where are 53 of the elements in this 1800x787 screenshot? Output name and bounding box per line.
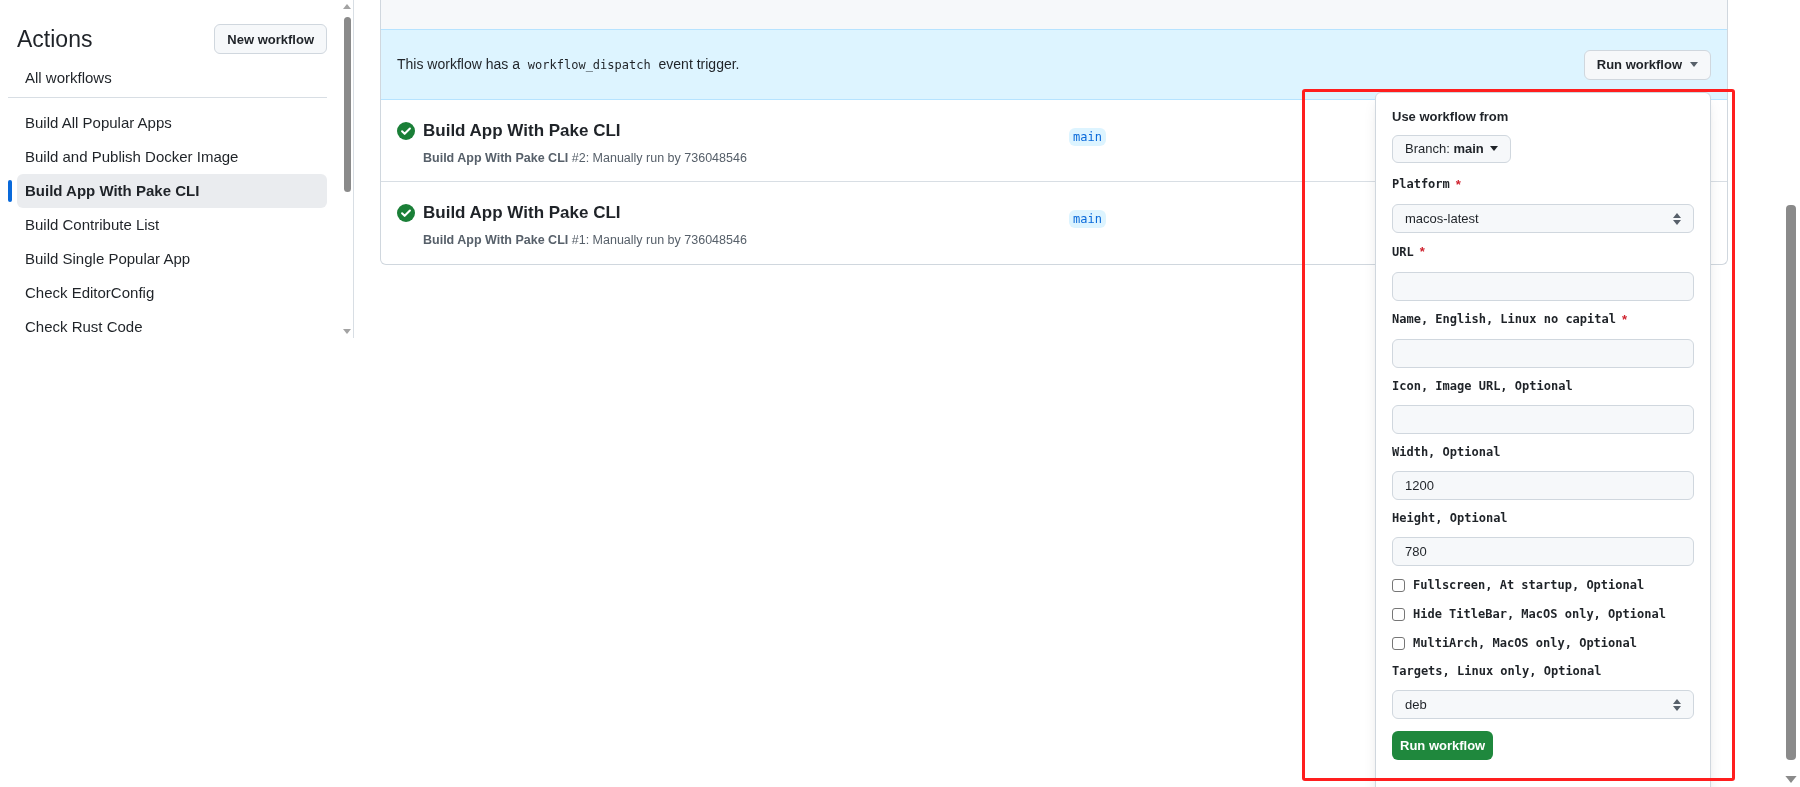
page-title: Actions — [17, 25, 93, 54]
field-label: Height, Optional — [1392, 510, 1508, 527]
run-title[interactable]: Build App With Pake CLI — [423, 200, 747, 226]
checkbox-label: MultiArch, MacOS only, Optional — [1413, 635, 1637, 652]
required-mark: * — [1621, 310, 1628, 329]
scroll-up-icon[interactable] — [343, 4, 351, 9]
required-mark: * — [1419, 243, 1425, 261]
updown-icon — [1673, 212, 1681, 225]
branch-tag[interactable]: main — [1069, 210, 1106, 228]
check-circle-icon — [397, 122, 415, 140]
run-workflow-button[interactable]: Run workflow — [1583, 49, 1711, 80]
run-detail: Build App With Pake CLI #2: Manually run by 736048546 — [423, 149, 747, 167]
sidebar-item[interactable]: Build and Publish Docker Image — [17, 140, 327, 174]
branch-button[interactable]: Branch: main — [1392, 134, 1511, 163]
sidebar-item[interactable]: Check Rust Code — [17, 310, 327, 344]
input-field[interactable]: 1200 — [1392, 471, 1694, 500]
checkbox[interactable] — [1392, 636, 1405, 650]
checkbox[interactable] — [1392, 607, 1405, 621]
field-label: Icon, Image URL, Optional — [1392, 378, 1573, 395]
checkbox-label: Hide TitleBar, MacOS only, Optional — [1413, 606, 1666, 623]
checkbox-label: Fullscreen, At startup, Optional — [1413, 577, 1645, 594]
new-workflow-button[interactable]: New workflow — [214, 24, 327, 55]
input-field[interactable]: 780 — [1392, 537, 1694, 566]
field-label: Targets, Linux only, Optional — [1392, 663, 1602, 680]
popover-heading: Use workflow from — [1392, 108, 1510, 126]
check-circle-icon — [397, 204, 415, 222]
updown-icon — [1673, 698, 1681, 711]
checkbox[interactable] — [1392, 578, 1405, 592]
banner-text: This workflow has a workflow_dispatch event trigger. — [397, 55, 740, 74]
field-label: Name, English, Linux no capital — [1392, 311, 1616, 329]
run-detail: Build App With Pake CLI #1: Manually run by 736048546 — [423, 231, 747, 249]
input-field[interactable] — [1392, 271, 1694, 301]
branch-tag[interactable]: main — [1069, 128, 1106, 146]
required-mark: * — [1455, 175, 1461, 194]
select-field[interactable]: macos-latest — [1392, 204, 1694, 233]
scroll-down-icon[interactable] — [343, 329, 351, 334]
scroll-down-icon[interactable] — [1785, 776, 1797, 783]
submit-button[interactable]: Run workflow — [1392, 731, 1494, 760]
select-field[interactable]: deb — [1392, 690, 1694, 719]
sidebar-item[interactable]: Build All Popular Apps — [17, 106, 327, 140]
sidebar-link[interactable]: All workflows — [8, 66, 327, 89]
run-title[interactable]: Build App With Pake CLI — [423, 118, 747, 144]
field-label: Platform — [1392, 176, 1450, 194]
input-field[interactable] — [1392, 339, 1694, 368]
sidebar-item[interactable]: Check EditorConfig — [17, 276, 327, 310]
field-label: URL — [1392, 243, 1414, 261]
sidebar-item[interactable]: Build Single Popular App — [17, 242, 327, 276]
field-label: Width, Optional — [1392, 444, 1501, 461]
sidebar-item[interactable]: Build App With Pake CLI — [17, 174, 327, 208]
input-field[interactable] — [1392, 405, 1694, 434]
caret-icon — [1489, 146, 1498, 151]
caret-icon — [1690, 62, 1698, 67]
sidebar-item[interactable]: Build Contribute List — [17, 208, 327, 242]
